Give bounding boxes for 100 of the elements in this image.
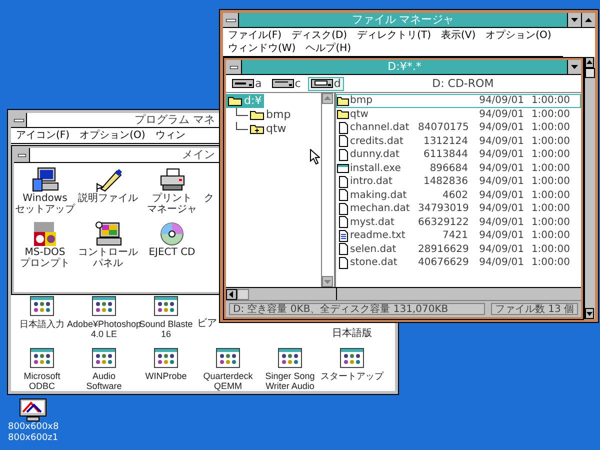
menu-item[interactable]: ディスク(D) <box>286 29 352 42</box>
tree-item[interactable]: qtw <box>234 122 288 136</box>
file-time: 1:00:00 <box>530 216 570 228</box>
icon-label: 800x600x8 800x600z1 <box>8 422 59 444</box>
file-time: 1:00:00 <box>530 190 570 201</box>
file-time: 1:00:00 <box>530 136 570 147</box>
file-row[interactable]: qtw 94/09/01 1:00:00 <box>336 108 581 121</box>
icon-label: 日本語版 <box>332 329 372 339</box>
file-name: making.dat <box>350 190 408 201</box>
program-group-icon[interactable] <box>216 348 240 368</box>
maximize-button[interactable] <box>581 13 595 27</box>
scrollbar[interactable] <box>584 57 595 319</box>
program-group-icon[interactable] <box>92 296 116 316</box>
file-row[interactable]: install.exe 896684 94/09/01 1:00:00 <box>336 162 581 175</box>
system-menu-button[interactable] <box>226 60 242 74</box>
file-date: 94/09/01 <box>478 176 524 188</box>
file-row[interactable]: readme.txt 7421 94/09/01 1:00:00 <box>336 229 581 242</box>
program-group-icon[interactable] <box>30 348 54 368</box>
icon-label: EJECT CD <box>148 247 196 258</box>
file-row[interactable]: mechan.dat 34793019 94/09/01 1:00:00 <box>336 202 581 216</box>
file-time: 1:00:00 <box>530 244 570 255</box>
file-time: 1:00:00 <box>530 122 570 134</box>
file-date: 94/09/01 <box>478 108 524 120</box>
document-icon <box>337 243 349 256</box>
file-row[interactable]: dunny.dat 6113844 94/09/01 1:00:00 <box>336 148 581 162</box>
menu-item[interactable]: アイコン(F) <box>11 129 75 142</box>
icon-label: Sound Blaste 16 <box>139 319 193 339</box>
window-title: D:¥*.* <box>386 60 422 74</box>
icon-label: WINProbe <box>145 371 187 381</box>
file-row[interactable]: making.dat 4602 94/09/01 1:00:00 <box>336 188 581 202</box>
minimize-button[interactable] <box>567 13 581 27</box>
program-group-icon[interactable] <box>340 348 364 368</box>
file-date: 94/09/01 <box>478 136 524 147</box>
file-size: 6113844 <box>422 149 468 160</box>
menu-item[interactable]: ファイル(F) <box>223 29 287 42</box>
file-row[interactable]: bmp 94/09/01 1:00:00 <box>336 94 581 108</box>
icon-label: Microsoft ODBC <box>24 371 60 391</box>
system-menu-button[interactable] <box>223 13 239 27</box>
file-row[interactable]: selen.dat 28916629 94/09/01 1:00:00 <box>336 242 581 256</box>
icon-label: スタートアップ <box>320 371 384 381</box>
tree-item[interactable]: bmp <box>234 108 293 122</box>
document-icon <box>337 256 349 269</box>
file-date: 94/09/01 <box>478 203 524 214</box>
icon-label: Audio Software <box>86 371 122 391</box>
icon-label: ク <box>204 193 214 204</box>
menu-item[interactable]: ウィンドウ(W) <box>223 42 301 55</box>
minimize-button[interactable] <box>567 60 581 74</box>
icon-label: Singer Song Writer Audio <box>265 371 315 391</box>
monitor-icon[interactable] <box>19 398 48 422</box>
minus-icon <box>18 154 26 156</box>
file-time: 1:00:00 <box>530 95 570 106</box>
program-group-icon[interactable] <box>278 348 302 368</box>
file-date: 94/09/01 <box>478 190 524 201</box>
document-icon <box>337 189 349 202</box>
menu-item[interactable]: ヘルプ(H) <box>300 42 356 55</box>
program-group-icon[interactable] <box>154 348 178 368</box>
document-icon <box>337 176 349 188</box>
file-time: 1:00:00 <box>530 203 570 214</box>
menu-item[interactable]: オプション(O) <box>480 29 556 42</box>
computer-icon[interactable] <box>30 167 60 193</box>
status-text: D: 空き容量 0KB、全ディスク容量 131,070KB <box>229 303 485 315</box>
menu-item[interactable]: ディレクトリ(T) <box>352 29 436 42</box>
computer-icon[interactable] <box>93 221 123 247</box>
menu-item[interactable]: 表示(V) <box>436 29 481 42</box>
drive-button[interactable]: d <box>308 76 344 90</box>
icon-label: コントロール パネル <box>78 247 138 269</box>
file-row[interactable]: stone.dat 40676629 94/09/01 1:00:00 <box>336 256 581 270</box>
file-row[interactable]: intro.dat 1482836 94/09/01 1:00:00 <box>336 175 581 188</box>
menu-item[interactable]: オプション(O) <box>74 129 150 142</box>
minus-icon <box>14 118 24 122</box>
scroll-thumb[interactable] <box>585 68 595 78</box>
scroll-thumb[interactable] <box>237 288 249 300</box>
mouse-pointer-icon <box>310 149 320 165</box>
window-title: ファイル マネージャ <box>350 13 456 27</box>
file-row[interactable]: channel.dat 84070175 94/09/01 1:00:00 <box>336 121 581 134</box>
file-date: 94/09/01 <box>478 122 524 134</box>
file-row[interactable]: credits.dat 1312124 94/09/01 1:00:00 <box>336 134 581 148</box>
program-group-icon[interactable] <box>92 348 116 368</box>
file-size: 40676629 <box>418 257 468 268</box>
program-group-icon[interactable] <box>30 296 54 316</box>
file-size: 4602 <box>442 190 468 201</box>
program-group-icon[interactable] <box>154 296 178 316</box>
file-name: readme.txt <box>350 230 406 242</box>
file-date: 94/09/01 <box>478 257 524 268</box>
window-icon <box>337 162 349 174</box>
file-name: credits.dat <box>350 136 404 147</box>
document-icon <box>337 135 349 148</box>
file-time: 1:00:00 <box>530 162 570 174</box>
file-size: 896684 <box>428 162 468 174</box>
file-row[interactable]: myst.dat 66329122 94/09/01 1:00:00 <box>336 216 581 229</box>
icon-label: 説明ファイル <box>78 193 138 204</box>
triangle-up-icon <box>585 18 592 22</box>
menu-item[interactable]: ウィン <box>150 129 190 142</box>
hard-drive-icon <box>272 79 294 88</box>
scrollbar[interactable] <box>321 93 334 287</box>
icon-label: ビア <box>197 319 217 329</box>
file-size: 28916629 <box>418 244 468 255</box>
file-time: 1:00:00 <box>530 230 570 242</box>
file-date: 94/09/01 <box>478 162 524 174</box>
icon-label: Windows セットアップ <box>15 193 75 215</box>
